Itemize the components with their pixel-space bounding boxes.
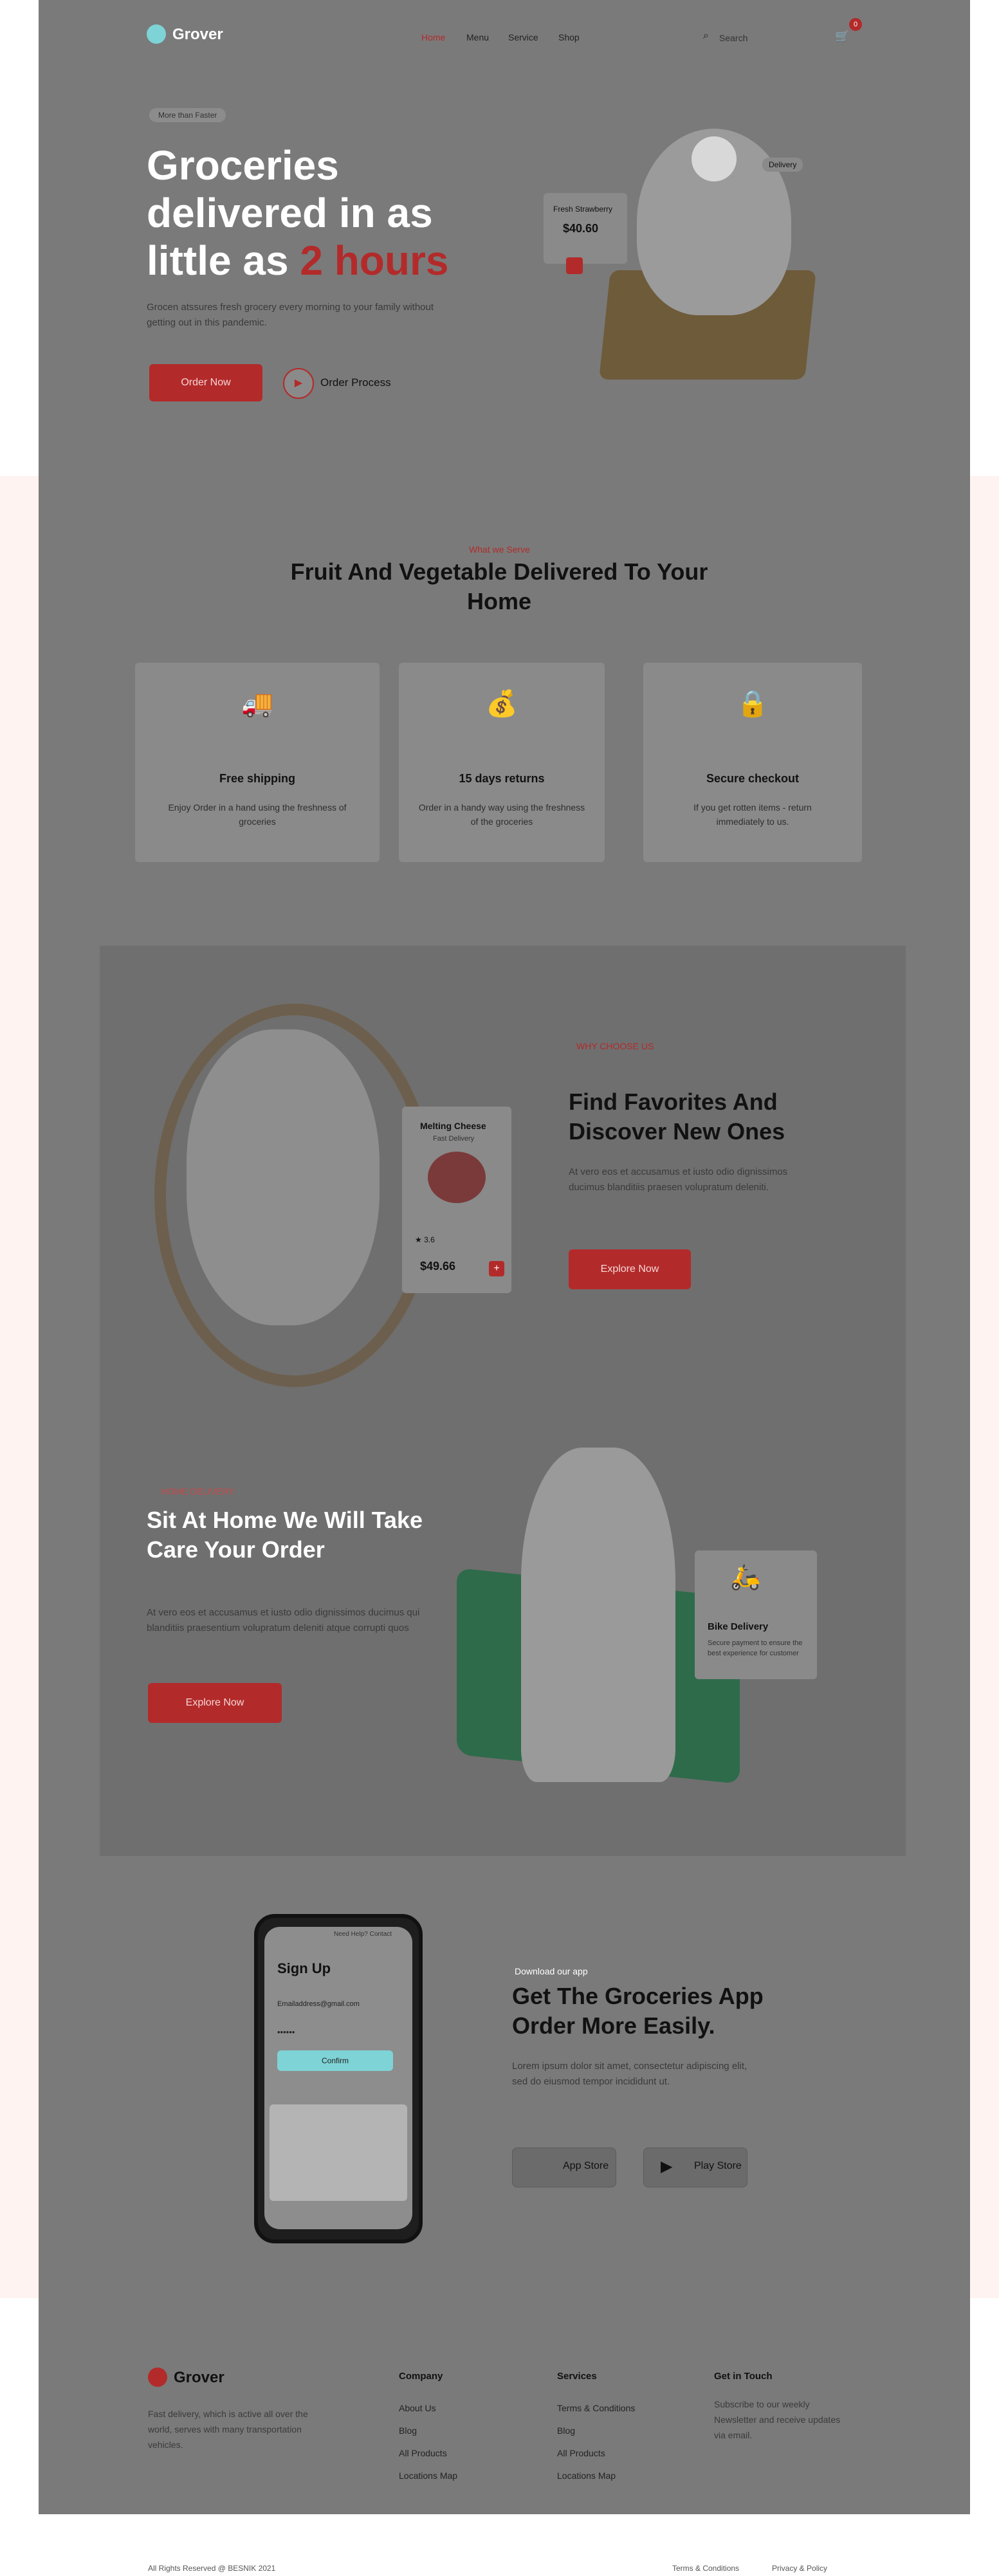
footer-link[interactable]: About Us	[399, 2403, 436, 2413]
delivery-title: Sit At Home We Will Take Care Your Order	[147, 1507, 423, 1563]
phone-keyboard[interactable]	[270, 2104, 407, 2201]
favorites-text: At vero eos et accusamus et iusto odio d…	[569, 1166, 788, 1193]
food-rating: 3.6	[424, 1235, 435, 1244]
footer-link[interactable]: Locations Map	[399, 2470, 457, 2481]
food-image	[428, 1152, 486, 1203]
footer-link[interactable]: Locations Map	[557, 2470, 616, 2481]
nav-menu[interactable]: Menu	[466, 32, 489, 42]
nav-service[interactable]: Service	[508, 32, 538, 42]
service-card-text: Enjoy Order in a hand using the freshnes…	[168, 802, 347, 827]
cart-badge: 0	[849, 18, 862, 31]
star-icon: ★ 3.6	[415, 1235, 435, 1244]
bike-delivery-card: 🛵 Bike Delivery Secure payment to ensure…	[695, 1550, 817, 1679]
footer-link[interactable]: Blog	[399, 2425, 417, 2436]
product-price: $40.60	[563, 222, 599, 235]
hero-description: Grocen atssures fresh grocery every morn…	[147, 302, 434, 328]
service-card-text: Order in a handy way using the freshness…	[418, 802, 585, 827]
bike-text: Secure payment to ensure the best experi…	[708, 1639, 803, 1657]
app-title: Get The Groceries App Order More Easily.	[512, 1983, 764, 2039]
logo-text[interactable]: Grover	[172, 26, 223, 44]
favorites-title: Find Favorites And Discover New Ones	[569, 1089, 785, 1145]
footer-logo-text[interactable]: Grover	[174, 2369, 225, 2387]
app-store-label: App Store	[563, 2160, 609, 2171]
footer-services-title: Services	[557, 2371, 597, 2382]
order-process-button[interactable]: Order Process	[320, 376, 391, 389]
phone-password[interactable]: ••••••	[277, 2027, 295, 2037]
delivery-label: HOME DELIVERY	[161, 1486, 235, 1496]
customer-image	[187, 1029, 380, 1325]
footer-touch-title: Get in Touch	[714, 2371, 773, 2382]
search-input[interactable]: Search	[719, 33, 747, 43]
plus-icon[interactable]: +	[489, 1261, 504, 1276]
service-card-title: Secure checkout	[706, 772, 800, 785]
play-store-icon: ▶	[661, 2158, 673, 2175]
service-card-title: Free shipping	[219, 772, 295, 785]
cart-icon[interactable]: 🛒	[835, 30, 849, 43]
hero-badge: More than Faster	[149, 108, 226, 122]
service-card-returns: 💰 15 days returns Order in a handy way u…	[399, 663, 605, 862]
terms-link[interactable]: Terms & Conditions	[672, 2564, 739, 2573]
services-title: Fruit And Vegetable Delivered To Your Ho…	[290, 558, 708, 614]
service-card-text: If you get rotten items - return immedia…	[693, 802, 812, 827]
order-now-button[interactable]: Order Now	[149, 364, 262, 401]
food-card-name: Melting Cheese	[420, 1121, 486, 1131]
app-store-button[interactable]: App Store	[512, 2148, 616, 2187]
service-card-title: 15 days returns	[459, 772, 545, 785]
app-label: Download our app	[515, 1966, 588, 1976]
footer-about: Fast delivery, which is active all over …	[148, 2409, 308, 2450]
services-label: What we Serve	[469, 544, 530, 555]
nav-shop[interactable]: Shop	[558, 32, 580, 42]
hero-title-line2: delivered in as	[147, 190, 433, 236]
service-card-free-shipping: 🚚 Free shipping Enjoy Order in a hand us…	[135, 663, 380, 862]
chef-arms-crossed-image	[521, 1448, 675, 1782]
lock-icon: 🔒	[737, 690, 769, 718]
footer-link[interactable]: Blog	[557, 2425, 575, 2436]
logo-icon[interactable]	[147, 24, 166, 44]
phone-mockup: Need Help? Contact Sign Up Emailaddress@…	[254, 1914, 423, 2243]
scooter-icon: 🛵	[730, 1564, 761, 1591]
play-icon[interactable]: ▶	[283, 368, 314, 399]
phone-email[interactable]: Emailaddress@gmail.com	[277, 2000, 360, 2008]
footer-newsletter-text: Subscribe to our weekly Newsletter and r…	[714, 2399, 841, 2440]
hero-title-line3: little as	[147, 237, 289, 284]
product-name: Fresh Strawberry	[553, 205, 613, 214]
hero-title-highlight: 2 hours	[300, 237, 449, 284]
footer-link[interactable]: Terms & Conditions	[557, 2403, 635, 2413]
food-card[interactable]: Melting Cheese Fast Delivery ★ 3.6 $49.6…	[402, 1107, 511, 1293]
delivery-badge: Delivery	[762, 158, 803, 172]
phone-help-link[interactable]: Need Help? Contact	[334, 1931, 392, 1938]
service-card-checkout: 🔒 Secure checkout If you get rotten item…	[643, 663, 862, 862]
phone-title: Sign Up	[277, 1960, 331, 1976]
truck-icon: 🚚	[241, 690, 273, 718]
delivery-explore-button[interactable]: Explore Now	[148, 1683, 282, 1723]
footer-company-title: Company	[399, 2371, 443, 2382]
delivery-text: At vero eos et accusamus et iusto odio d…	[147, 1607, 420, 1633]
chef-hat	[692, 136, 737, 181]
hero-title-line1: Groceries	[147, 142, 339, 189]
food-price: $49.66	[420, 1260, 456, 1273]
search-icon[interactable]: ⌕	[703, 30, 709, 42]
privacy-link[interactable]: Privacy & Policy	[772, 2564, 827, 2573]
favorites-explore-button[interactable]: Explore Now	[569, 1249, 691, 1289]
phone-confirm-button[interactable]: Confirm	[277, 2050, 393, 2071]
play-store-button[interactable]: ▶ Play Store	[643, 2148, 747, 2187]
app-text: Lorem ipsum dolor sit amet, consectetur …	[512, 2061, 747, 2087]
food-card-sub: Fast Delivery	[433, 1135, 475, 1143]
nav-home[interactable]: Home	[421, 32, 445, 42]
footer-link[interactable]: All Products	[399, 2448, 447, 2458]
play-store-label: Play Store	[694, 2160, 742, 2171]
footer-link[interactable]: All Products	[557, 2448, 605, 2458]
add-to-cart-button[interactable]	[566, 257, 583, 274]
favorites-label: WHY CHOOSE US	[576, 1041, 654, 1051]
copyright: All Rights Reserved @ BESNIK 2021	[148, 2564, 276, 2573]
bike-title: Bike Delivery	[708, 1621, 769, 1632]
money-bag-icon: 💰	[486, 690, 518, 718]
footer-logo-icon[interactable]	[148, 2368, 167, 2387]
